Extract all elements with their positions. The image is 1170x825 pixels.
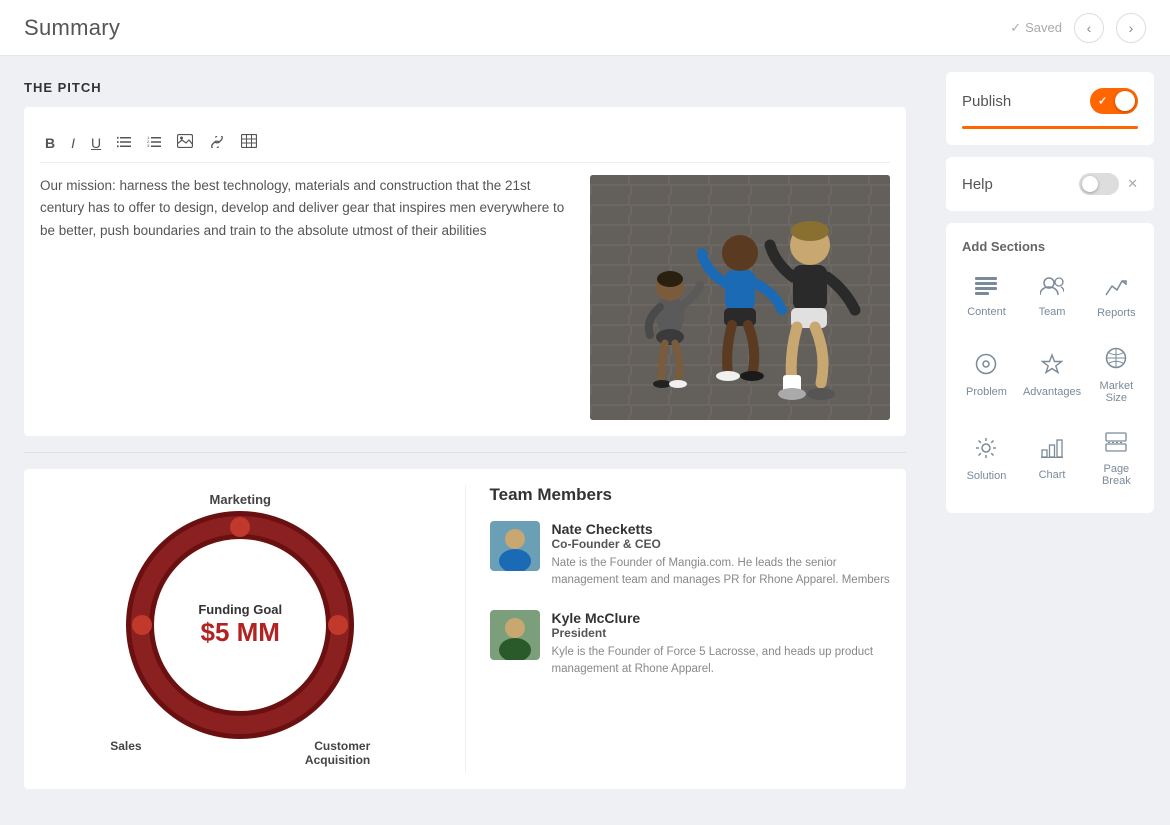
team-section: Team Members Nate Checketts Co-Founder &… [465, 485, 891, 773]
member-title-kyle: President [552, 626, 891, 640]
add-sections-card: Add Sections Content Team [946, 223, 1154, 513]
add-section-market-size[interactable]: Market Size [1093, 337, 1140, 414]
add-section-chart[interactable]: Chart [1019, 422, 1085, 497]
add-section-problem[interactable]: Problem [962, 337, 1011, 414]
saved-check-icon: ✓ [1010, 20, 1021, 36]
nav-forward-button[interactable]: › [1116, 13, 1146, 43]
chart-label: Chart [1039, 469, 1066, 481]
reports-label: Reports [1097, 307, 1136, 319]
saved-status: ✓ Saved [1010, 20, 1062, 36]
publish-toggle-track[interactable]: ✓ [1090, 88, 1138, 114]
circle-container: Funding Goal $5 MM [130, 515, 350, 735]
pitch-section-header: THE PITCH [24, 80, 906, 95]
member-info-nate: Nate Checketts Co-Founder & CEO Nate is … [552, 521, 891, 590]
publish-toggle-check: ✓ [1098, 95, 1107, 108]
marketing-label: Marketing [210, 492, 271, 507]
member-info-kyle: Kyle McClure President Kyle is the Found… [552, 610, 891, 679]
member-row: Nate Checketts Co-Founder & CEO Nate is … [490, 521, 891, 590]
problem-icon [975, 353, 997, 380]
nav-back-button[interactable]: ‹ [1074, 13, 1104, 43]
member-avatar-nate [490, 521, 540, 571]
team-icon [1040, 277, 1064, 300]
publish-label: Publish [962, 93, 1011, 110]
editor-toolbar: B I U 1.2.3. [40, 123, 890, 163]
page-break-label: Page Break [1097, 463, 1136, 487]
pitch-image [590, 175, 890, 420]
advantages-icon [1041, 353, 1063, 380]
solution-label: Solution [967, 470, 1007, 482]
problem-label: Problem [966, 386, 1007, 398]
section-divider [24, 452, 906, 453]
italic-button[interactable]: I [66, 131, 80, 154]
add-section-team[interactable]: Team [1019, 266, 1085, 329]
member-name-kyle: Kyle McClure [552, 610, 891, 626]
advantages-label: Advantages [1023, 386, 1081, 398]
publish-row: Publish ✓ [962, 88, 1138, 114]
bold-button[interactable]: B [40, 131, 60, 154]
svg-text:3.: 3. [147, 143, 150, 148]
publish-card: Publish ✓ [946, 72, 1154, 145]
help-toggle-group: ✕ [1079, 173, 1138, 195]
funding-chart: Marketing [40, 485, 441, 773]
add-section-solution[interactable]: Solution [962, 422, 1011, 497]
bottom-section: Marketing [24, 469, 906, 789]
page-break-icon [1105, 432, 1127, 457]
help-label: Help [962, 176, 993, 193]
market-size-icon [1105, 347, 1127, 374]
sales-label: Sales [110, 739, 141, 767]
side-labels: Sales CustomerAcquisition [110, 739, 370, 767]
ordered-list-button[interactable]: 1.2.3. [142, 131, 166, 154]
member-bio-kyle: Kyle is the Founder of Force 5 Lacrosse,… [552, 644, 891, 679]
pitch-body-text[interactable]: Our mission: harness the best technology… [40, 175, 574, 420]
funding-goal-label: Funding Goal [198, 602, 282, 617]
table-button[interactable] [236, 131, 262, 154]
content-area: THE PITCH B I U 1.2.3. [0, 56, 930, 825]
add-section-advantages[interactable]: Advantages [1019, 337, 1085, 414]
right-sidebar: Publish ✓ Help ✕ [930, 56, 1170, 825]
team-title: Team Members [490, 485, 891, 505]
solution-icon [975, 437, 997, 464]
unordered-list-button[interactable] [112, 131, 136, 154]
underline-button[interactable]: U [86, 131, 106, 154]
page-title: Summary [24, 15, 120, 41]
image-button[interactable] [172, 131, 198, 154]
add-section-content[interactable]: Content [962, 266, 1011, 329]
pitch-editor-card: B I U 1.2.3. [24, 107, 906, 436]
add-section-reports[interactable]: Reports [1093, 266, 1140, 329]
member-bio-nate: Nate is the Founder of Mangia.com. He le… [552, 555, 891, 590]
add-section-page-break[interactable]: Page Break [1093, 422, 1140, 497]
publish-toggle-thumb [1115, 91, 1135, 111]
main-layout: THE PITCH B I U 1.2.3. [0, 56, 1170, 825]
reports-icon [1105, 276, 1127, 301]
funding-amount: $5 MM [198, 617, 282, 648]
editor-content: Our mission: harness the best technology… [40, 175, 890, 420]
help-card: Help ✕ [946, 157, 1154, 211]
header: Summary ✓ Saved ‹ › [0, 0, 1170, 56]
help-row: Help ✕ [962, 173, 1138, 195]
help-close-icon[interactable]: ✕ [1127, 176, 1138, 192]
help-toggle-thumb [1082, 176, 1098, 192]
member-avatar-kyle [490, 610, 540, 660]
help-toggle[interactable] [1079, 173, 1119, 195]
chart-icon [1041, 438, 1063, 463]
content-icon [975, 277, 997, 300]
sections-grid: Content Team Reports [962, 266, 1138, 497]
member-name-nate: Nate Checketts [552, 521, 891, 537]
customer-acquisition-label: CustomerAcquisition [305, 739, 370, 767]
content-label: Content [967, 306, 1006, 318]
circle-center-text: Funding Goal $5 MM [198, 602, 282, 648]
add-sections-title: Add Sections [962, 239, 1138, 254]
header-right: ✓ Saved ‹ › [1010, 13, 1146, 43]
publish-underline [962, 126, 1138, 129]
team-label: Team [1039, 306, 1066, 318]
market-size-label: Market Size [1097, 380, 1136, 404]
member-title-nate: Co-Founder & CEO [552, 537, 891, 551]
member-row: Kyle McClure President Kyle is the Found… [490, 610, 891, 679]
link-button[interactable] [204, 131, 230, 154]
publish-toggle[interactable]: ✓ [1090, 88, 1138, 114]
